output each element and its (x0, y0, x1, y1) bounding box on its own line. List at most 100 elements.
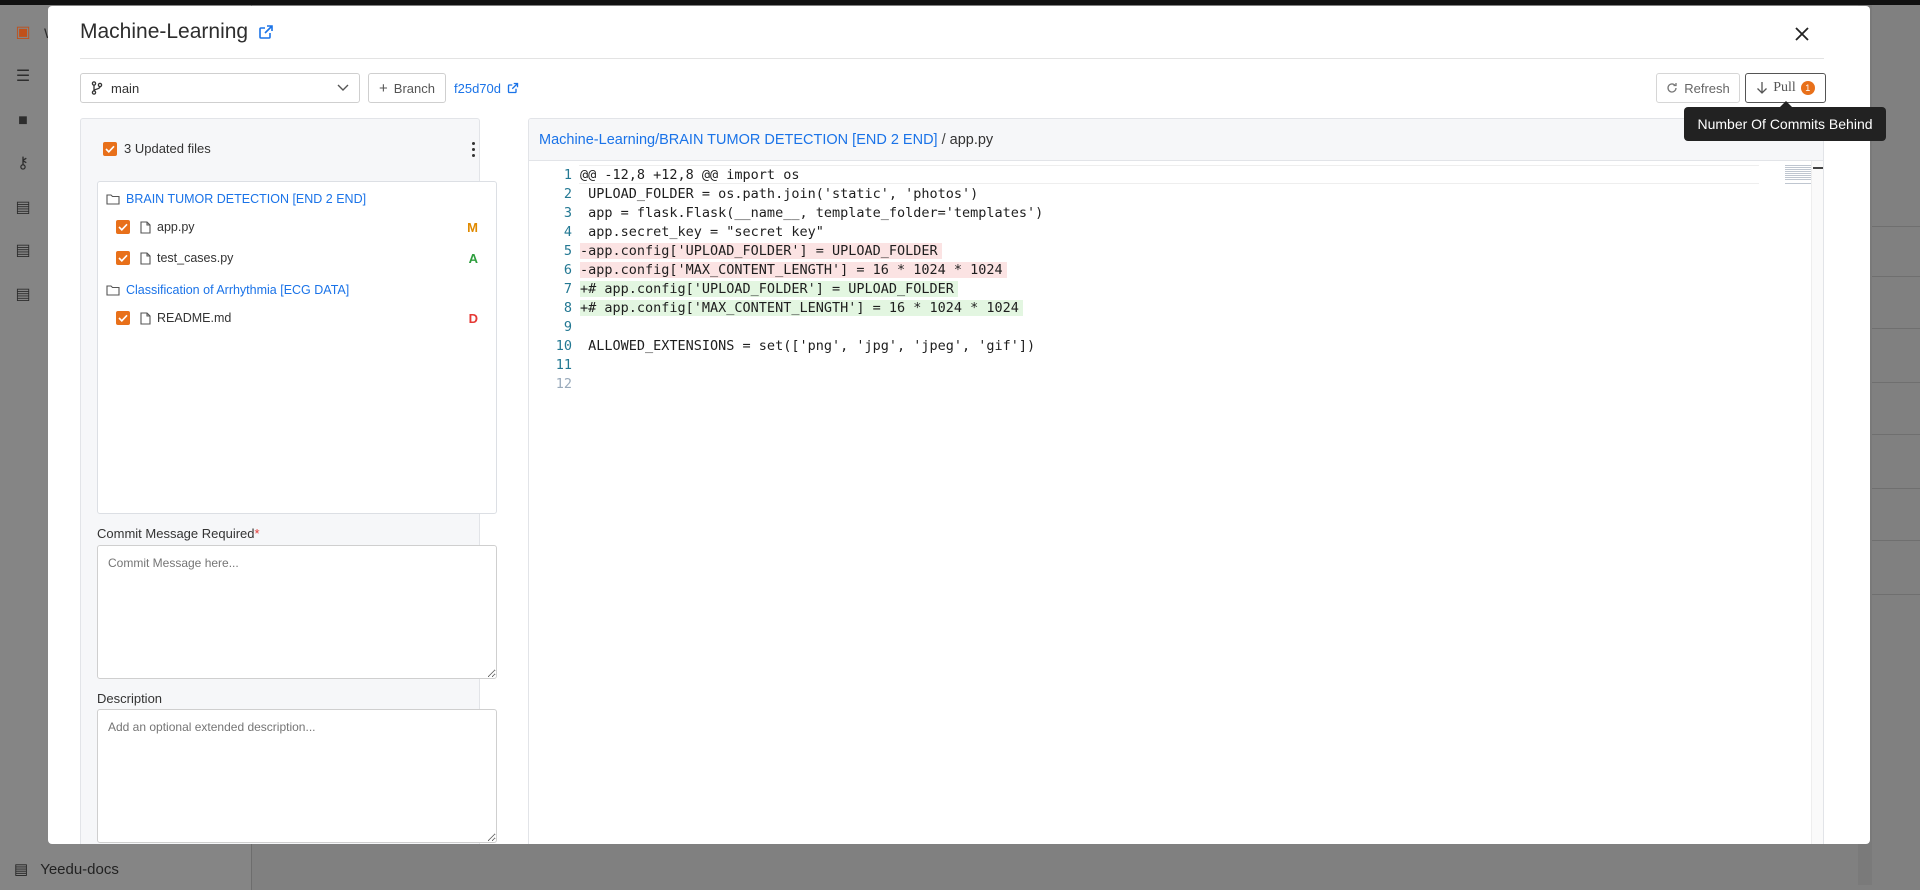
commit-message-label-text: Commit Message Required (97, 526, 255, 541)
database-icon[interactable]: ▤ (14, 242, 32, 260)
updated-files-header: 3 Updated files (103, 141, 211, 156)
plus-icon: + (379, 79, 388, 97)
diff-line: 3 app = flask.Flask(__name__, template_f… (529, 203, 1729, 222)
line-number: 8 (563, 299, 572, 316)
close-icon (1795, 27, 1809, 41)
folder-name: Classification of Arrhythmia [ECG DATA] (126, 283, 350, 297)
background-divider (1870, 540, 1920, 541)
diff-line: 5 -app.config['UPLOAD_FOLDER'] = UPLOAD_F… (529, 241, 1729, 260)
check-icon (118, 314, 128, 322)
chevron-down-icon (337, 84, 349, 91)
updated-files-count: 3 Updated files (124, 141, 211, 156)
hierarchy-icon[interactable]: ☰ (14, 68, 32, 86)
refresh-button[interactable]: Refresh (1656, 73, 1740, 103)
check-icon (105, 145, 115, 153)
description-input[interactable] (97, 709, 497, 843)
editor-scrollbar-thumb[interactable] (1813, 167, 1823, 169)
diff-file-name: app.py (949, 131, 994, 148)
close-button[interactable] (1790, 22, 1814, 46)
commits-behind-badge: 1 (1800, 81, 1815, 95)
diff-line: 11 (529, 355, 1729, 374)
file-checkbox[interactable] (116, 251, 130, 265)
diff-editor[interactable]: 1 @@ -12,8 +12,8 @@ import os 2 UPLOAD_FOL… (529, 165, 1811, 844)
required-mark: * (254, 526, 260, 541)
commit-message-input[interactable] (97, 545, 497, 679)
external-link-icon (507, 82, 519, 94)
repo-name: Machine-Learning (80, 20, 249, 43)
folder-row[interactable]: BRAIN TUMOR DETECTION [END 2 END] (98, 187, 496, 211)
docs-icon: ▤ (14, 861, 29, 878)
diff-line: 8 +# app.config['MAX_CONTENT_LENGTH'] = 1… (529, 298, 1729, 317)
diff-path-link[interactable]: Machine-Learning/BRAIN TUMOR DETECTION [… (539, 132, 938, 148)
file-icon (140, 311, 151, 325)
commit-hash: f25d70d (454, 80, 501, 96)
background-divider (1870, 328, 1920, 329)
file-row[interactable]: app.py M (98, 215, 496, 239)
description-label: Description (97, 691, 163, 706)
diff-line: 9 (529, 317, 1729, 336)
check-icon (118, 254, 128, 262)
path-separator: / (941, 131, 946, 148)
background-divider (1870, 488, 1920, 489)
folder-name: BRAIN TUMOR DETECTION [END 2 END] (126, 192, 367, 206)
file-checkbox[interactable] (116, 220, 130, 234)
background-divider (1870, 594, 1920, 595)
external-link-icon[interactable] (258, 24, 274, 40)
diff-line: 7 +# app.config['UPLOAD_FOLDER'] = UPLOAD… (529, 279, 1729, 298)
diff-line: 2 UPLOAD_FOLDER = os.path.join('static',… (529, 184, 1729, 203)
folder-icon (106, 285, 120, 296)
people-icon[interactable]: ■ (14, 112, 32, 130)
line-number: 2 (563, 185, 572, 202)
new-branch-button[interactable]: + Branch (368, 73, 446, 103)
line-number: 3 (563, 204, 572, 221)
diff-line: 10 ALLOWED_EXTENSIONS = set(['png', 'jpg… (529, 336, 1729, 355)
commits-behind-tooltip: Number Of Commits Behind (1684, 101, 1886, 141)
diff-line: 1 @@ -12,8 +12,8 @@ import os (529, 165, 1729, 184)
changes-panel: 3 Updated files BRAIN TUMOR DETECTION [E… (80, 118, 497, 844)
line-content: @@ -12,8 +12,8 @@ import os (580, 166, 800, 183)
file-name: test_cases.py (157, 251, 234, 265)
sidebar-footer-label: Yeedu-docs (40, 860, 119, 878)
pull-button[interactable]: Pull 1 (1745, 73, 1826, 103)
line-content: +# app.config['MAX_CONTENT_LENGTH'] = 16… (580, 299, 1023, 316)
file-status-deleted: D (468, 310, 478, 326)
app-logo-icon: ▣ (15, 24, 31, 41)
background-topbar (0, 0, 1920, 5)
file-name: README.md (157, 311, 232, 325)
diff-line: 12 (529, 374, 1729, 393)
folder-row[interactable]: Classification of Arrhythmia [ECG DATA] (98, 278, 496, 302)
commit-message-label: Commit Message Required* (97, 526, 260, 541)
line-content: app.secret_key = "secret key" (580, 223, 824, 240)
line-content: UPLOAD_FOLDER = os.path.join('static', '… (580, 185, 979, 202)
line-number: 4 (563, 223, 572, 240)
diff-panel: Machine-Learning/BRAIN TUMOR DETECTION [… (528, 118, 1824, 844)
new-branch-label: Branch (393, 80, 435, 96)
line-content: ALLOWED_EXTENSIONS = set(['png', 'jpg', … (580, 337, 1036, 354)
commit-hash-link[interactable]: f25d70d (454, 73, 519, 103)
file-row[interactable]: test_cases.py A (98, 246, 496, 270)
refresh-icon (1667, 83, 1677, 93)
file-checkbox[interactable] (116, 311, 130, 325)
list-icon[interactable]: ▤ (14, 286, 32, 304)
line-number: 11 (555, 356, 572, 373)
file-icon (140, 220, 151, 234)
more-options-icon[interactable] (463, 139, 483, 159)
key-icon[interactable]: ⚷ (14, 155, 32, 173)
line-content: +# app.config['UPLOAD_FOLDER'] = UPLOAD_… (580, 280, 958, 297)
check-icon (118, 223, 128, 231)
diff-line: 4 app.secret_key = "secret key" (529, 222, 1729, 241)
file-row[interactable]: README.md D (98, 306, 496, 330)
diff-file-path: Machine-Learning/BRAIN TUMOR DETECTION [… (529, 119, 1823, 161)
select-all-checkbox[interactable] (103, 141, 117, 156)
editor-scrollbar[interactable] (1811, 161, 1823, 844)
modal-title: Machine-Learning (80, 20, 274, 44)
branch-select[interactable]: main (80, 73, 360, 103)
file-status-added: A (468, 250, 478, 266)
notebook-icon[interactable]: ▤ (14, 199, 32, 217)
sidebar-item-yeedu-docs[interactable]: ▤ Yeedu-docs (14, 860, 119, 879)
arrow-down-icon (1757, 82, 1768, 94)
folder-icon (106, 194, 120, 205)
line-number: 12 (555, 375, 572, 392)
file-tree: BRAIN TUMOR DETECTION [END 2 END] app.py… (97, 181, 497, 514)
line-content: -app.config['MAX_CONTENT_LENGTH'] = 16 *… (580, 261, 1007, 278)
